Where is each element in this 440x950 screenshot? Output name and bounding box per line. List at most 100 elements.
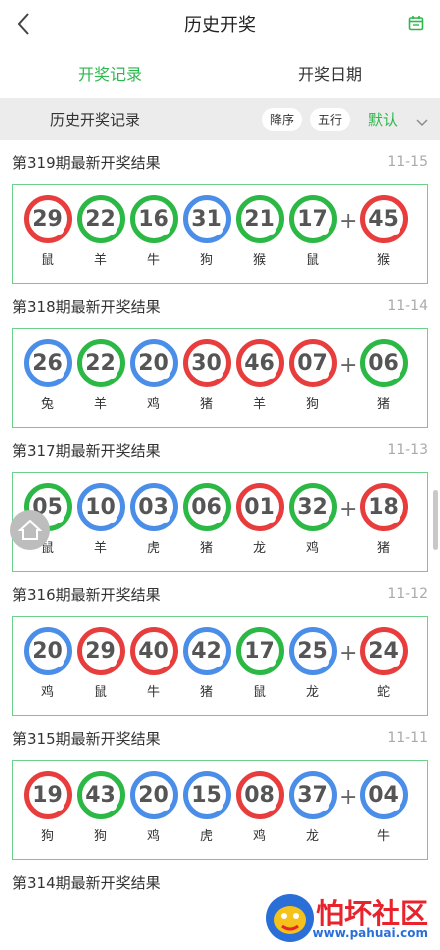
record-balls-box[interactable]: 20 鸡 29 鼠 40 牛 42 猪 17 鼠 25 龙 +24 蛇 bbox=[12, 616, 428, 716]
ball-zodiac: 鼠 bbox=[305, 253, 319, 268]
special-ball: 24 蛇 bbox=[357, 627, 410, 700]
number-ball: 25 龙 bbox=[286, 627, 339, 700]
number-ball: 20 鸡 bbox=[127, 339, 180, 412]
ball-zodiac: 羊 bbox=[252, 397, 266, 412]
ball-number: 43 bbox=[76, 771, 125, 819]
ball-zodiac: 虎 bbox=[146, 541, 160, 556]
plus-icon: + bbox=[339, 785, 358, 810]
ball-zodiac: 牛 bbox=[146, 685, 160, 700]
ball-zodiac: 鸡 bbox=[146, 397, 160, 412]
ball-zodiac: 龙 bbox=[305, 829, 319, 844]
ball-number: 32 bbox=[288, 483, 337, 531]
ball-number: 42 bbox=[182, 627, 231, 675]
number-ball: 42 猪 bbox=[180, 627, 233, 700]
ball-zodiac: 猪 bbox=[199, 541, 213, 556]
ball-number: 19 bbox=[23, 771, 72, 819]
special-ball: 45 猴 bbox=[357, 195, 410, 268]
ball-zodiac: 猪 bbox=[199, 685, 213, 700]
ball-number: 15 bbox=[182, 771, 231, 819]
record-balls-box[interactable]: 19 狗 43 狗 20 鸡 15 虎 08 鸡 37 龙 +04 牛 bbox=[12, 760, 428, 860]
record-title: 第314期最新开奖结果 bbox=[12, 873, 161, 892]
number-ball: 22 羊 bbox=[74, 195, 127, 268]
ball-zodiac: 羊 bbox=[93, 253, 107, 268]
ball-zodiac: 羊 bbox=[93, 541, 107, 556]
watermark-url: www.pahuai.com bbox=[312, 926, 428, 940]
ball-zodiac: 猴 bbox=[252, 253, 266, 268]
ball-number: 18 bbox=[359, 483, 408, 531]
ball-number: 20 bbox=[129, 771, 178, 819]
watermark-emblem-icon bbox=[266, 894, 314, 942]
record-balls-box[interactable]: 29 鼠 22 羊 16 牛 31 狗 21 猴 17 鼠 +45 猴 bbox=[12, 184, 428, 284]
ball-zodiac: 鼠 bbox=[93, 685, 107, 700]
ball-zodiac: 鸡 bbox=[305, 541, 319, 556]
ball-number: 24 bbox=[359, 627, 408, 675]
record-date: 11-15 bbox=[387, 154, 428, 170]
number-ball: 10 羊 bbox=[74, 483, 127, 556]
ball-number: 30 bbox=[182, 339, 231, 387]
ball-zodiac: 鸡 bbox=[252, 829, 266, 844]
number-ball: 15 虎 bbox=[180, 771, 233, 844]
ball-zodiac: 牛 bbox=[146, 253, 160, 268]
ball-number: 31 bbox=[182, 195, 231, 243]
record-title: 第315期最新开奖结果 bbox=[12, 729, 161, 748]
ball-zodiac: 狗 bbox=[40, 829, 54, 844]
chevron-down-icon[interactable] bbox=[416, 113, 428, 126]
number-ball: 22 羊 bbox=[74, 339, 127, 412]
ball-zodiac: 鼠 bbox=[40, 253, 54, 268]
calendar-icon[interactable] bbox=[408, 15, 424, 31]
number-ball: 16 牛 bbox=[127, 195, 180, 268]
number-ball: 20 鸡 bbox=[127, 771, 180, 844]
ball-number: 29 bbox=[23, 195, 72, 243]
draw-record: 第315期最新开奖结果 11-11 19 狗 43 狗 20 鸡 15 虎 08 鸡 37 龙 +04 牛 bbox=[0, 716, 440, 860]
record-date: 11-14 bbox=[387, 298, 428, 314]
scrollbar[interactable] bbox=[433, 490, 438, 550]
ball-number: 01 bbox=[235, 483, 284, 531]
ball-zodiac: 牛 bbox=[376, 829, 390, 844]
ball-zodiac: 猪 bbox=[376, 397, 390, 412]
record-header: 第317期最新开奖结果 11-13 bbox=[12, 428, 428, 472]
special-ball: 06 猪 bbox=[357, 339, 410, 412]
special-ball: 04 牛 bbox=[357, 771, 410, 844]
ball-zodiac: 猴 bbox=[376, 253, 390, 268]
plus-icon: + bbox=[339, 209, 358, 234]
ball-zodiac: 虎 bbox=[199, 829, 213, 844]
number-ball: 29 鼠 bbox=[21, 195, 74, 268]
plus-icon: + bbox=[339, 497, 358, 522]
ball-number: 25 bbox=[288, 627, 337, 675]
record-balls-box[interactable]: 26 兔 22 羊 20 鸡 30 猪 46 羊 07 狗 +06 猪 bbox=[12, 328, 428, 428]
draw-record: 第317期最新开奖结果 11-13 05 鼠 10 羊 03 虎 06 猪 01 龙 32 鸡 +18 猪 bbox=[0, 428, 440, 572]
record-balls-box[interactable]: 05 鼠 10 羊 03 虎 06 猪 01 龙 32 鸡 +18 猪 bbox=[12, 472, 428, 572]
record-header: 第319期最新开奖结果 11-15 bbox=[12, 140, 428, 184]
ball-zodiac: 猪 bbox=[199, 397, 213, 412]
ball-zodiac: 蛇 bbox=[376, 685, 390, 700]
ball-zodiac: 兔 bbox=[40, 397, 54, 412]
sort-descending-button[interactable]: 降序 bbox=[261, 107, 302, 131]
back-icon[interactable] bbox=[14, 10, 38, 38]
ball-zodiac: 羊 bbox=[93, 397, 107, 412]
record-header: 第318期最新开奖结果 11-14 bbox=[12, 284, 428, 328]
ball-number: 20 bbox=[23, 627, 72, 675]
ball-number: 37 bbox=[288, 771, 337, 819]
ball-number: 40 bbox=[129, 627, 178, 675]
special-ball: 18 猪 bbox=[357, 483, 410, 556]
record-title: 第316期最新开奖结果 bbox=[12, 585, 161, 604]
record-title: 第319期最新开奖结果 bbox=[12, 153, 161, 172]
number-ball: 43 狗 bbox=[74, 771, 127, 844]
number-ball: 21 猴 bbox=[233, 195, 286, 268]
record-title: 第317期最新开奖结果 bbox=[12, 441, 161, 460]
ball-number: 17 bbox=[288, 195, 337, 243]
default-view-button[interactable]: 默认 bbox=[368, 109, 398, 130]
ball-zodiac: 鸡 bbox=[40, 685, 54, 700]
ball-number: 04 bbox=[359, 771, 408, 819]
ball-number: 46 bbox=[235, 339, 284, 387]
ball-number: 26 bbox=[23, 339, 72, 387]
ball-zodiac: 猪 bbox=[376, 541, 390, 556]
filter-title: 历史开奖记录 bbox=[50, 110, 141, 129]
tab-draw-dates[interactable]: 开奖日期 bbox=[220, 48, 440, 98]
ball-zodiac: 鸡 bbox=[146, 829, 160, 844]
home-float-button[interactable] bbox=[10, 510, 50, 550]
ball-number: 06 bbox=[182, 483, 231, 531]
record-date: 11-12 bbox=[387, 586, 428, 602]
tab-draw-records[interactable]: 开奖记录 bbox=[0, 48, 220, 98]
five-elements-button[interactable]: 五行 bbox=[309, 107, 350, 131]
